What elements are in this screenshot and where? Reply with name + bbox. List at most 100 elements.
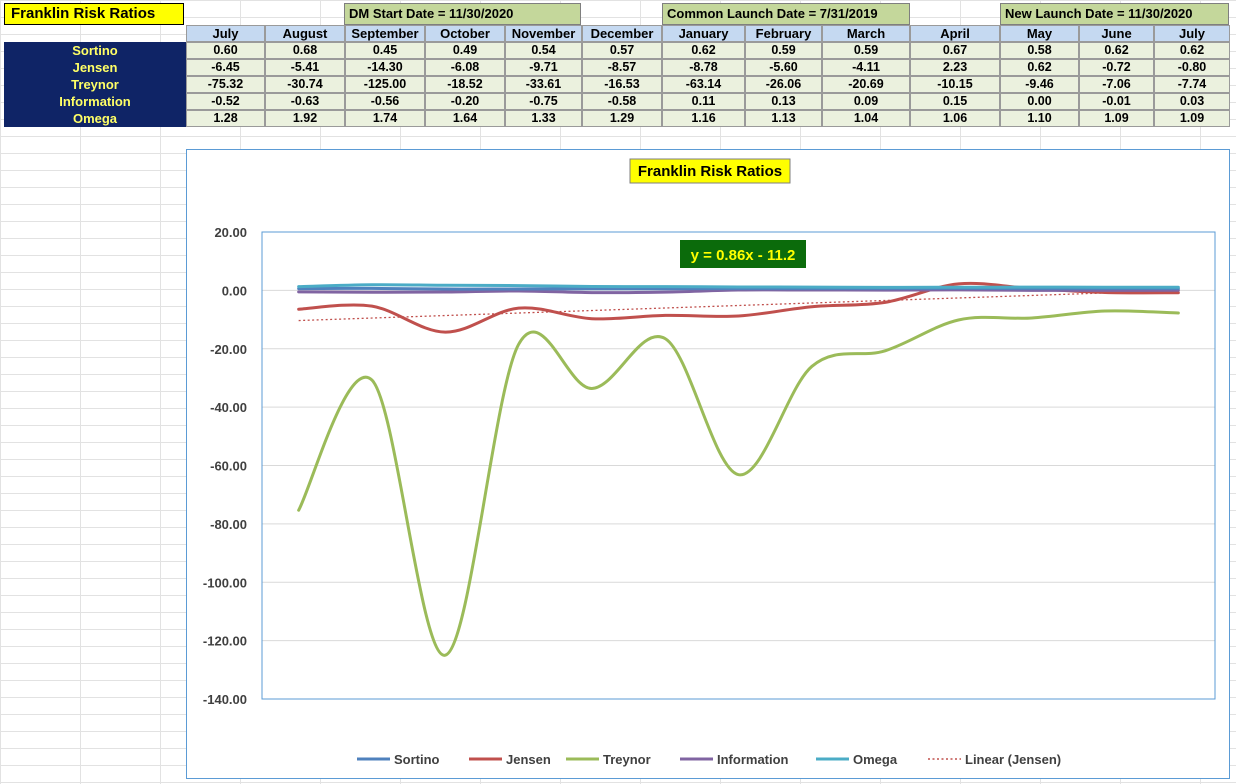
table-cell[interactable]: 0.11: [662, 93, 745, 110]
table-cell[interactable]: 2.23: [910, 59, 1000, 76]
table-cell[interactable]: -8.78: [662, 59, 745, 76]
table-cell[interactable]: 1.06: [910, 110, 1000, 127]
table-cell[interactable]: -10.15: [910, 76, 1000, 93]
month-header[interactable]: October: [425, 25, 505, 42]
table-cell[interactable]: -5.60: [745, 59, 822, 76]
table-cell[interactable]: -0.01: [1079, 93, 1154, 110]
table-cell[interactable]: 0.62: [662, 42, 745, 59]
spreadsheet-grid: Franklin Risk Ratios DM Start Date = 11/…: [0, 0, 1236, 130]
month-header[interactable]: December: [582, 25, 662, 42]
banner-common-launch[interactable]: Common Launch Date = 7/31/2019: [662, 3, 910, 25]
table-cell[interactable]: 1.09: [1154, 110, 1230, 127]
table-cell[interactable]: -4.11: [822, 59, 910, 76]
table-cell[interactable]: 1.13: [745, 110, 822, 127]
table-cell[interactable]: -16.53: [582, 76, 662, 93]
month-header[interactable]: April: [910, 25, 1000, 42]
table-cell[interactable]: 1.64: [425, 110, 505, 127]
table-cell[interactable]: 0.54: [505, 42, 582, 59]
table-cell[interactable]: 0.62: [1079, 42, 1154, 59]
table-cell[interactable]: -125.00: [345, 76, 425, 93]
table-cell[interactable]: 1.04: [822, 110, 910, 127]
table-cell[interactable]: 0.62: [1154, 42, 1230, 59]
table-cell[interactable]: 0.45: [345, 42, 425, 59]
table-cell[interactable]: 0.13: [745, 93, 822, 110]
month-header[interactable]: August: [265, 25, 345, 42]
legend-label: Treynor: [603, 752, 651, 767]
table-cell[interactable]: 0.58: [1000, 42, 1079, 59]
y-tick-label: -80.00: [210, 517, 247, 532]
table-cell[interactable]: -0.58: [582, 93, 662, 110]
table-cell[interactable]: 1.92: [265, 110, 345, 127]
chart-area[interactable]: Franklin Risk Ratios 20.00 0.00 -20.00 -40.0…: [186, 149, 1230, 779]
table-cell[interactable]: 0.15: [910, 93, 1000, 110]
table-cell[interactable]: -0.63: [265, 93, 345, 110]
table-cell[interactable]: 0.00: [1000, 93, 1079, 110]
table-cell[interactable]: 1.28: [186, 110, 265, 127]
table-cell[interactable]: 0.09: [822, 93, 910, 110]
table-cell[interactable]: 1.33: [505, 110, 582, 127]
table-cell[interactable]: 0.59: [822, 42, 910, 59]
row-label-omega[interactable]: Omega: [4, 110, 186, 127]
table-cell[interactable]: -30.74: [265, 76, 345, 93]
table-cell[interactable]: -8.57: [582, 59, 662, 76]
table-cell[interactable]: -6.08: [425, 59, 505, 76]
table-cell[interactable]: 1.09: [1079, 110, 1154, 127]
table-cell[interactable]: -5.41: [265, 59, 345, 76]
month-header[interactable]: June: [1079, 25, 1154, 42]
table-cell[interactable]: -33.61: [505, 76, 582, 93]
trendline-equation: y = 0.86x - 11.2: [691, 247, 796, 264]
table-cell[interactable]: -0.56: [345, 93, 425, 110]
table-cell[interactable]: -63.14: [662, 76, 745, 93]
row-label-treynor[interactable]: Treynor: [4, 76, 186, 93]
table-cell[interactable]: 0.67: [910, 42, 1000, 59]
table-cell[interactable]: 0.62: [1000, 59, 1079, 76]
table-cell[interactable]: 0.03: [1154, 93, 1230, 110]
table-cell[interactable]: 0.57: [582, 42, 662, 59]
y-tick-label: -120.00: [203, 634, 247, 649]
month-header[interactable]: July: [1154, 25, 1230, 42]
table-cell[interactable]: 0.60: [186, 42, 265, 59]
table-cell[interactable]: 1.74: [345, 110, 425, 127]
table-cell[interactable]: 1.29: [582, 110, 662, 127]
banner-dm-start[interactable]: DM Start Date = 11/30/2020: [344, 3, 581, 25]
banner-new-launch[interactable]: New Launch Date = 11/30/2020: [1000, 3, 1229, 25]
month-header[interactable]: January: [662, 25, 745, 42]
table-cell[interactable]: -0.52: [186, 93, 265, 110]
table-cell[interactable]: -0.20: [425, 93, 505, 110]
table-cell[interactable]: -9.71: [505, 59, 582, 76]
table-cell[interactable]: -26.06: [745, 76, 822, 93]
table-cell[interactable]: -9.46: [1000, 76, 1079, 93]
table-cell[interactable]: -0.80: [1154, 59, 1230, 76]
month-header[interactable]: February: [745, 25, 822, 42]
table-cell[interactable]: 1.16: [662, 110, 745, 127]
y-tick-label: -60.00: [210, 459, 247, 474]
table-cell[interactable]: -7.74: [1154, 76, 1230, 93]
table-cell[interactable]: 0.68: [265, 42, 345, 59]
table-cell[interactable]: 0.59: [745, 42, 822, 59]
table-cell[interactable]: -0.72: [1079, 59, 1154, 76]
legend-label: Sortino: [394, 752, 440, 767]
month-header[interactable]: September: [345, 25, 425, 42]
y-tick-label: -100.00: [203, 575, 247, 590]
row-label-information[interactable]: Information: [4, 93, 186, 110]
table-cell[interactable]: 0.49: [425, 42, 505, 59]
y-tick-label: -20.00: [210, 342, 247, 357]
table-cell[interactable]: -20.69: [822, 76, 910, 93]
table-cell[interactable]: -75.32: [186, 76, 265, 93]
series-line-treynor: [297, 309, 1180, 657]
row-label-sortino[interactable]: Sortino: [4, 42, 186, 59]
month-header[interactable]: March: [822, 25, 910, 42]
row-label-jensen[interactable]: Jensen: [4, 59, 186, 76]
legend-label: Jensen: [506, 752, 551, 767]
table-cell[interactable]: -14.30: [345, 59, 425, 76]
table-cell[interactable]: -6.45: [186, 59, 265, 76]
table-cell[interactable]: -7.06: [1079, 76, 1154, 93]
month-header[interactable]: May: [1000, 25, 1079, 42]
sheet-title[interactable]: Franklin Risk Ratios: [4, 3, 184, 25]
chart-svg: Franklin Risk Ratios 20.00 0.00 -20.00 -40.0…: [203, 158, 1216, 767]
table-cell[interactable]: -0.75: [505, 93, 582, 110]
table-cell[interactable]: -18.52: [425, 76, 505, 93]
month-header[interactable]: November: [505, 25, 582, 42]
table-cell[interactable]: 1.10: [1000, 110, 1079, 127]
month-header[interactable]: July: [186, 25, 265, 42]
